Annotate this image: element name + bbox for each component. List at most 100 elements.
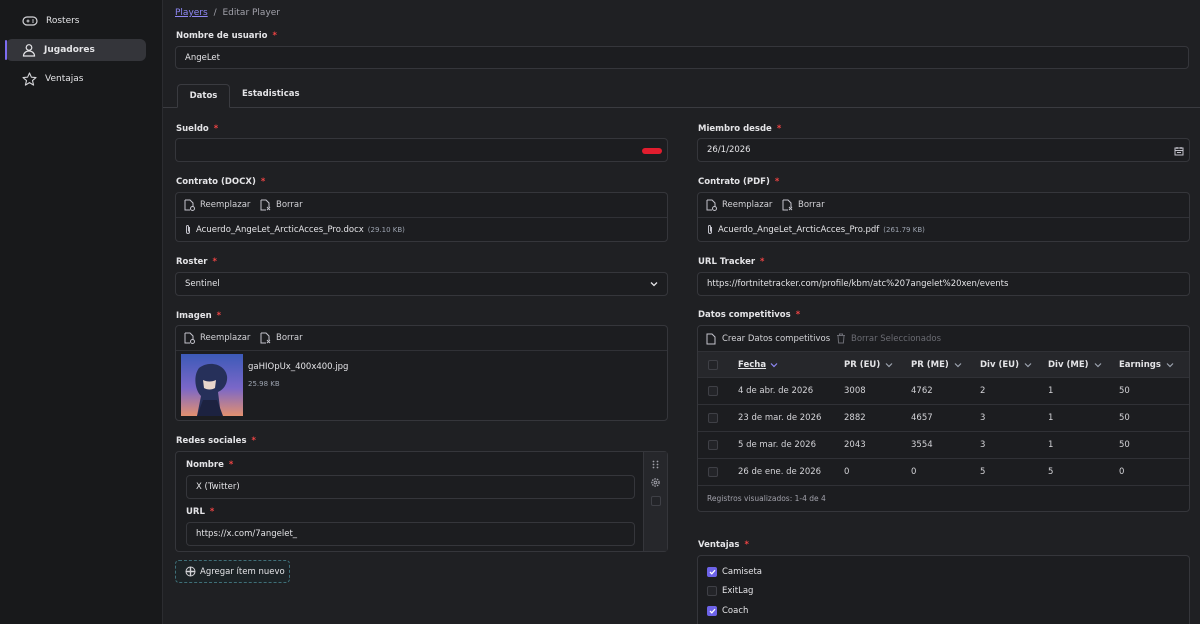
table-row[interactable]: 4 de abr. de 2026 3008 4762 2 1 50 — [698, 378, 1189, 405]
file-item[interactable]: Acuerdo_AngeLet_ArcticAcces_Pro.pdf (261.… — [706, 224, 925, 235]
checkbox-item-camiseta[interactable]: Camiseta — [707, 567, 762, 577]
row-checkbox[interactable] — [708, 413, 718, 423]
cell-div-me: 1 — [1048, 440, 1054, 450]
cell-fecha: 26 de ene. de 2026 — [738, 467, 822, 477]
file-replace-icon — [184, 199, 195, 211]
sidebar-item-label: Rosters — [46, 16, 80, 26]
breadcrumb: Players / Editar Player — [175, 8, 280, 18]
replace-button[interactable]: Reemplazar — [184, 332, 250, 344]
url-input[interactable]: https://x.com/7angelet_ — [186, 522, 635, 546]
checkbox[interactable] — [707, 567, 717, 577]
star-icon — [22, 71, 37, 86]
url-tracker-label: URL Tracker * — [698, 257, 765, 267]
drag-handle-icon[interactable] — [652, 460, 659, 469]
ventajas-label: Ventajas * — [698, 540, 749, 550]
file-plus-icon — [706, 333, 716, 345]
cell-div-me: 5 — [1048, 467, 1054, 477]
tab-datos[interactable]: Datos — [177, 84, 230, 108]
user-icon — [22, 44, 36, 57]
cell-fecha: 4 de abr. de 2026 — [738, 386, 814, 396]
cell-earnings: 0 — [1119, 467, 1125, 477]
row-checkbox[interactable] — [708, 467, 718, 477]
cell-fecha: 5 de mar. de 2026 — [738, 440, 817, 450]
column-header-pr-eu[interactable]: PR (EU) — [844, 360, 893, 370]
sidebar-item-label: Jugadores — [44, 45, 95, 55]
breadcrumb-link-players[interactable]: Players — [175, 8, 208, 18]
chevron-down-icon — [885, 363, 893, 368]
column-header-div-eu[interactable]: Div (EU) — [980, 360, 1032, 370]
check-icon — [709, 569, 715, 575]
calendar-icon[interactable] — [1174, 146, 1184, 156]
checkbox-item-exitlag[interactable]: ExitLag — [707, 586, 753, 596]
divider — [176, 217, 667, 218]
cell-div-eu: 3 — [980, 413, 986, 423]
replace-button[interactable]: Reemplazar — [706, 199, 772, 211]
delete-button[interactable]: Borrar — [260, 332, 303, 344]
checkbox-label: Coach — [722, 606, 749, 616]
sueldo-label: Sueldo * — [176, 124, 219, 134]
roster-select[interactable]: Sentinel — [175, 272, 668, 296]
image-file-name: gaHIOpUx_400x400.jpg — [248, 362, 349, 372]
row-checkbox[interactable] — [708, 440, 718, 450]
add-item-button[interactable]: Agregar ítem nuevo — [175, 560, 290, 583]
select-all-checkbox[interactable] — [708, 360, 718, 370]
column-header-div-me[interactable]: Div (ME) — [1048, 360, 1102, 370]
checkbox[interactable] — [707, 606, 717, 616]
miembro-date-input[interactable]: 26/1/2026 — [697, 138, 1190, 162]
redes-repeater-item: Nombre * X (Twitter) URL * https://x.com/7… — [175, 451, 668, 552]
table-row[interactable]: 5 de mar. de 2026 2043 3554 3 1 50 — [698, 432, 1189, 459]
cell-div-eu: 3 — [980, 440, 986, 450]
url-tracker-input[interactable]: https://fortnitetracker.com/profile/kbm/… — [697, 272, 1190, 296]
row-checkbox[interactable] — [708, 386, 718, 396]
sidebar-item-jugadores[interactable]: Jugadores — [5, 39, 146, 61]
gear-icon[interactable] — [650, 477, 661, 488]
chevron-down-icon — [1024, 363, 1032, 368]
file-delete-icon — [260, 332, 271, 344]
checkbox-item-coach[interactable]: Coach — [707, 606, 748, 616]
file-size: (261.79 KB) — [883, 225, 925, 234]
tabs-divider — [163, 107, 1200, 108]
ventajas-checklist: Camiseta ExitLag Coach — [697, 555, 1190, 624]
contrato-pdf-uploader: Reemplazar Borrar Acuerdo_AngeLet_Arctic… — [697, 192, 1190, 242]
table-row[interactable]: 26 de ene. de 2026 0 0 5 5 0 — [698, 459, 1189, 486]
replace-button[interactable]: Reemplazar — [184, 199, 250, 211]
roster-label: Roster * — [176, 257, 217, 267]
table-row[interactable]: 23 de mar. de 2026 2882 4657 3 1 50 — [698, 405, 1189, 432]
plus-circle-icon — [185, 566, 196, 577]
column-header-earnings[interactable]: Earnings — [1119, 360, 1174, 370]
sidebar-item-rosters[interactable]: Rosters — [6, 10, 146, 32]
file-replace-icon — [706, 199, 717, 211]
chevron-down-icon — [1094, 363, 1101, 368]
redaction-mark — [642, 148, 662, 154]
cell-pr-eu: 2882 — [844, 413, 866, 423]
paperclip-icon — [708, 225, 712, 234]
sidebar-item-ventajas[interactable]: Ventajas — [6, 68, 146, 90]
column-header-pr-me[interactable]: PR (ME) — [911, 360, 962, 370]
sueldo-input[interactable] — [175, 138, 668, 162]
checkbox-label: ExitLag — [722, 586, 754, 596]
cell-earnings: 50 — [1119, 413, 1130, 423]
column-header-fecha[interactable]: Fecha — [738, 360, 778, 370]
table-header-row: Fecha PR (EU) PR (ME) Div (EU) Div (ME) … — [698, 351, 1189, 378]
create-record-button[interactable]: Crear Datos competitivos — [706, 333, 830, 345]
repeater-actions — [643, 452, 667, 551]
username-input[interactable]: AngeLet — [175, 46, 1189, 69]
file-item[interactable]: Acuerdo_AngeLet_ArcticAcces_Pro.docx (29.… — [184, 224, 405, 235]
cell-earnings: 50 — [1119, 386, 1130, 396]
file-replace-icon — [184, 332, 195, 344]
main-content: Players / Editar Player Nombre de usuari… — [163, 0, 1200, 624]
delete-button[interactable]: Borrar — [260, 199, 303, 211]
nombre-input[interactable]: X (Twitter) — [186, 475, 635, 499]
player-avatar-thumbnail — [181, 354, 243, 416]
paperclip-icon — [186, 225, 190, 234]
divider — [176, 350, 667, 351]
delete-button[interactable]: Borrar — [782, 199, 825, 211]
tab-estadisticas[interactable]: Estadisticas — [242, 89, 300, 99]
sidebar: Rosters Jugadores Ventajas — [0, 0, 163, 624]
delete-selected-button[interactable]: Borrar Seleccionados — [836, 333, 941, 344]
item-select-checkbox[interactable] — [651, 496, 661, 506]
contrato-docx-uploader: Reemplazar Borrar Acuerdo_AngeLet_Arctic… — [175, 192, 668, 242]
url-label: URL * — [186, 507, 215, 517]
cell-pr-eu: 2043 — [844, 440, 866, 450]
checkbox[interactable] — [707, 586, 717, 596]
